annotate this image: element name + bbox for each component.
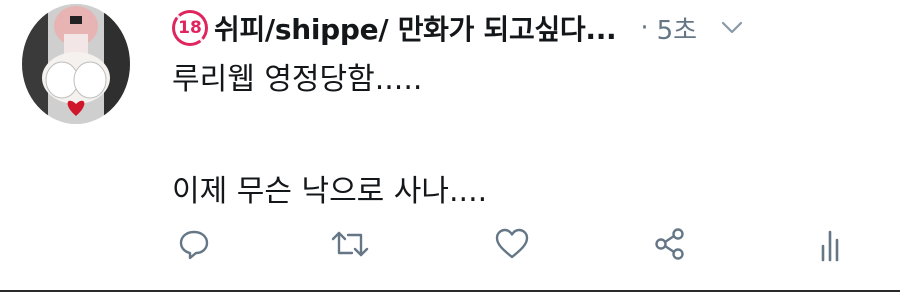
- avatar[interactable]: [22, 4, 130, 124]
- tweet-card[interactable]: 18 쉬피/shippe/ 만화가 되고싶다... · 5초 루리웹 영정당함.…: [0, 0, 900, 306]
- tweet-text-line: 이제 무슨 낙으로 사나....: [172, 174, 488, 209]
- avatar-icon: [22, 4, 130, 124]
- next-tweet-edge: [0, 292, 900, 306]
- timestamp[interactable]: 5초: [657, 10, 697, 47]
- retweet-icon: [331, 231, 369, 257]
- separator-dot: ·: [640, 13, 649, 43]
- chevron-down-icon[interactable]: [719, 15, 745, 41]
- tweet-text-line: 루리웹 영정당함.....: [172, 62, 423, 97]
- adult-badge-label: 18: [175, 13, 205, 43]
- display-name[interactable]: 쉬피/shippe/ 만화가 되고싶다...: [214, 8, 617, 48]
- analytics-button[interactable]: [808, 222, 852, 266]
- tweet-header: 18 쉬피/shippe/ 만화가 되고싶다... · 5초: [172, 6, 882, 50]
- like-button[interactable]: [490, 222, 534, 266]
- share-button[interactable]: [648, 222, 692, 266]
- tweet-text-line: [172, 108, 872, 164]
- share-icon: [655, 228, 684, 260]
- reply-icon: [179, 230, 209, 260]
- reply-button[interactable]: [172, 222, 216, 266]
- tweet-actions: [172, 222, 852, 266]
- heart-icon: [495, 228, 529, 259]
- retweet-button[interactable]: [328, 222, 372, 266]
- adult-badge-icon: 18: [172, 10, 208, 46]
- tweet-text: 루리웹 영정당함..... 이제 무슨 낙으로 사나....: [172, 52, 872, 220]
- analytics-icon: [821, 230, 839, 262]
